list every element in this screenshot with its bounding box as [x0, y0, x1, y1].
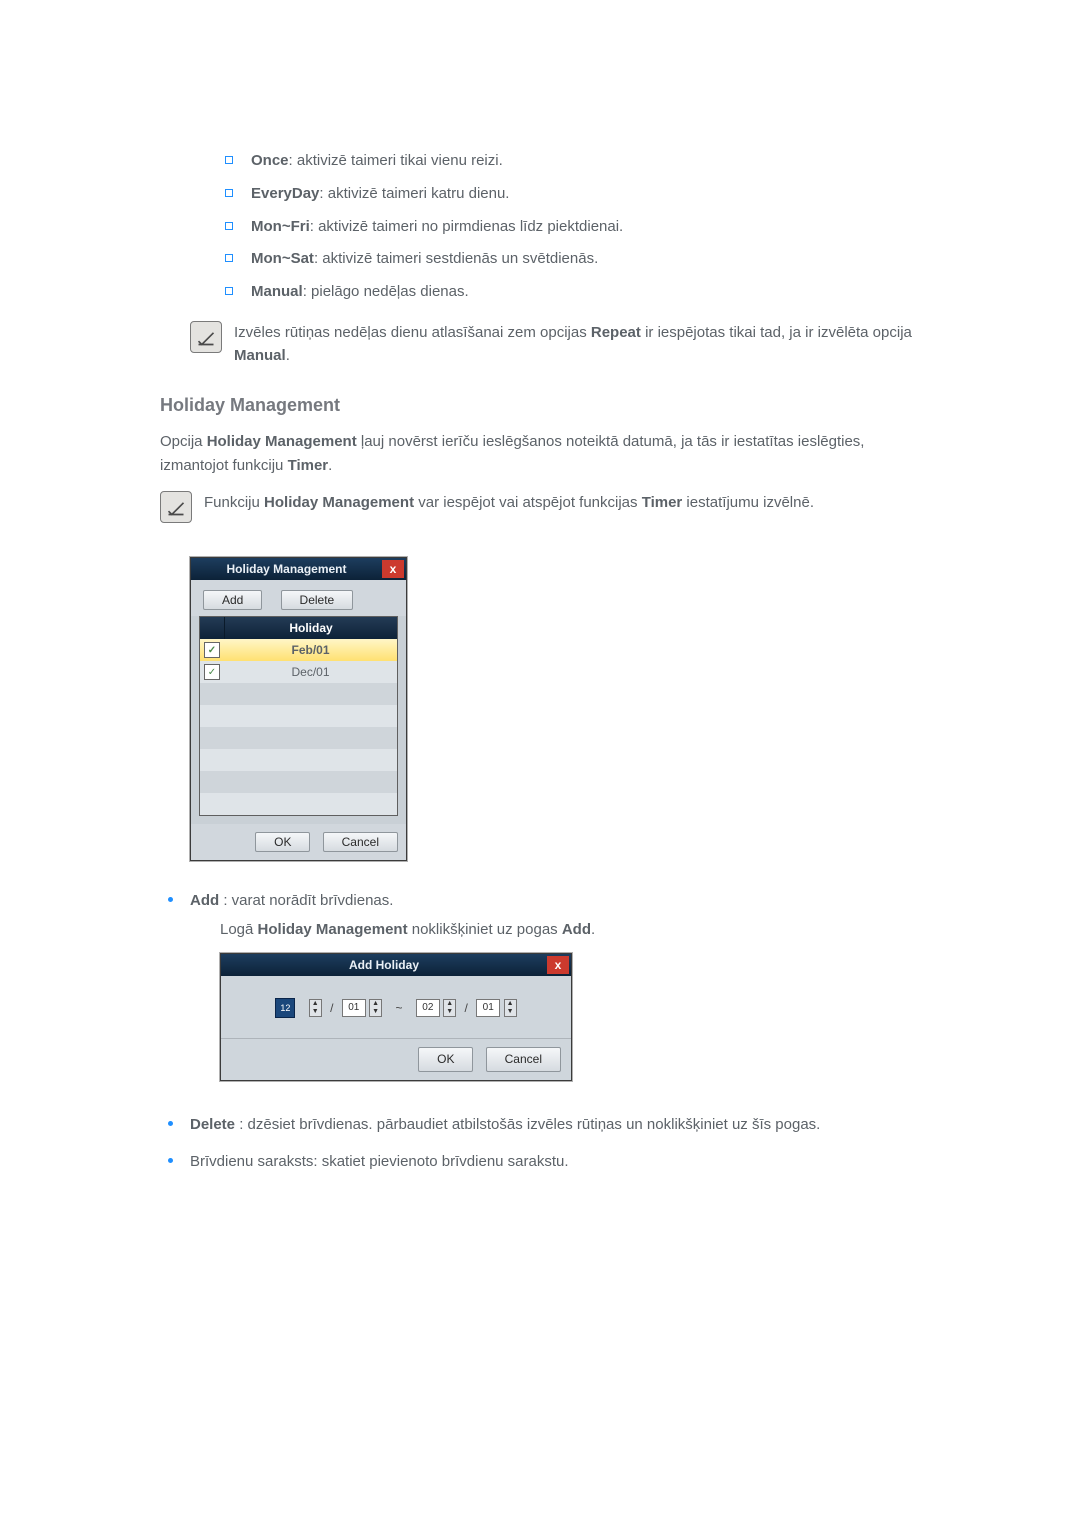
add-holiday-window: Add Holiday x 12 ▲▼ / 01 ▲▼ ~ 02 ▲▼ / 01…: [220, 953, 572, 1081]
section-intro: Opcija Holiday Management ļauj novērst i…: [160, 430, 925, 477]
table-row[interactable]: ✓ Feb/01: [200, 639, 397, 661]
ok-button[interactable]: OK: [418, 1047, 473, 1072]
row-value: Feb/01: [224, 643, 397, 657]
option-manual: Manual: pielāgo nedēļas dienas.: [225, 281, 925, 303]
close-icon[interactable]: x: [547, 956, 569, 974]
section-heading: Holiday Management: [160, 395, 925, 416]
option-once: Once: aktivizē taimeri tikai vienu reizi…: [225, 150, 925, 172]
window-footer: OK Cancel: [221, 1038, 571, 1080]
note-icon: [190, 321, 222, 353]
header-checkbox-col[interactable]: [200, 617, 225, 639]
holiday-management-window: Holiday Management x Add Delete Holiday …: [190, 557, 407, 861]
option-everyday: EveryDay: aktivizē taimeri katru dienu.: [225, 183, 925, 205]
day-start-spinner[interactable]: ▲▼: [369, 999, 382, 1017]
day-end-field[interactable]: 01: [476, 999, 500, 1017]
bullet-delete: Delete : dzēsiet brīvdienas. pārbaudiet …: [160, 1113, 925, 1136]
option-mon-fri: Mon~Fri: aktivizē taimeri no pirmdienas …: [225, 216, 925, 238]
note-holiday: Funkciju Holiday Management var iespējot…: [160, 491, 925, 523]
window-title: Holiday Management: [191, 562, 382, 576]
table-row[interactable]: ✓ Dec/01: [200, 661, 397, 683]
window-titlebar: Add Holiday x: [221, 954, 571, 976]
month-end-spinner[interactable]: ▲▼: [443, 999, 456, 1017]
option-mon-sat: Mon~Sat: aktivizē taimeri sestdienās un …: [225, 248, 925, 270]
bullet-add: Add : varat norādīt brīvdienas. Logā Hol…: [160, 889, 925, 1099]
header-holiday-col[interactable]: Holiday: [225, 617, 397, 639]
window-footer: OK Cancel: [191, 824, 406, 860]
holiday-grid: Holiday ✓ Feb/01 ✓ Dec/01: [199, 616, 398, 816]
add-holiday-body: 12 ▲▼ / 01 ▲▼ ~ 02 ▲▼ / 01 ▲▼: [221, 976, 571, 1038]
window-toolbar: Add Delete: [191, 580, 406, 616]
note-text: Izvēles rūtiņas nedēļas dienu atlasīšana…: [234, 321, 925, 368]
row-checkbox[interactable]: ✓: [204, 664, 220, 680]
cancel-button[interactable]: Cancel: [323, 832, 398, 852]
ok-button[interactable]: OK: [255, 832, 310, 852]
note-repeat: Izvēles rūtiņas nedēļas dienu atlasīšana…: [190, 321, 925, 368]
repeat-options-list: Once: aktivizē taimeri tikai vienu reizi…: [225, 150, 925, 303]
feature-bullets: Add : varat norādīt brīvdienas. Logā Hol…: [160, 889, 925, 1174]
bullet-list: Brīvdienu saraksts: skatiet pievienoto b…: [160, 1150, 925, 1173]
day-end-spinner[interactable]: ▲▼: [504, 999, 517, 1017]
window-titlebar: Holiday Management x: [191, 558, 406, 580]
bullet-add-sub: Logā Holiday Management noklikšķiniet uz…: [190, 918, 925, 941]
note-text: Funkciju Holiday Management var iespējot…: [204, 491, 925, 514]
delete-button[interactable]: Delete: [281, 590, 354, 610]
calendar-icon[interactable]: 12: [275, 998, 295, 1018]
close-icon[interactable]: x: [382, 560, 404, 578]
month-start-spinner[interactable]: ▲▼: [309, 999, 322, 1017]
cancel-button[interactable]: Cancel: [486, 1047, 561, 1072]
window-title: Add Holiday: [221, 956, 547, 975]
note-icon: [160, 491, 192, 523]
row-value: Dec/01: [224, 665, 397, 679]
row-checkbox[interactable]: ✓: [204, 642, 220, 658]
day-start-field[interactable]: 01: [342, 999, 366, 1017]
add-button[interactable]: Add: [203, 590, 262, 610]
month-end-field[interactable]: 02: [416, 999, 440, 1017]
